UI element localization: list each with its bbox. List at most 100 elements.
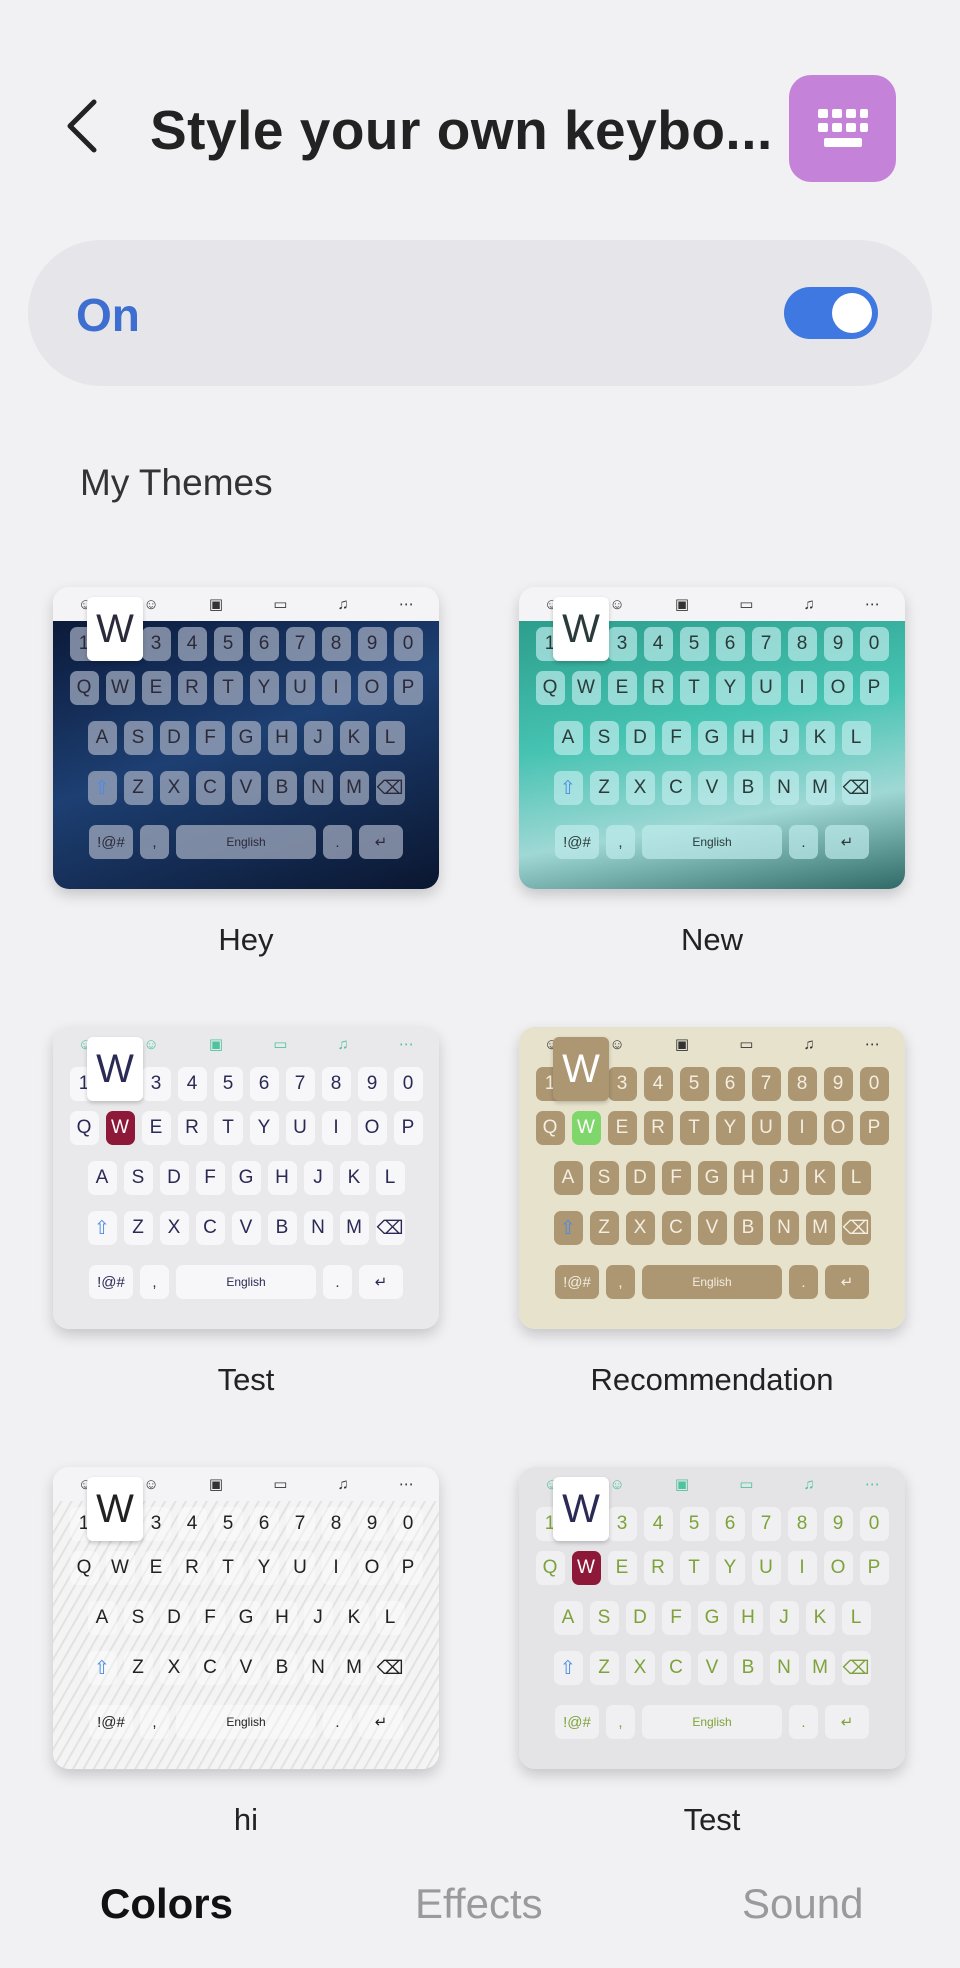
period-key: . [323, 1705, 352, 1739]
theme-card[interactable]: ☺☺▣▭♫⋯1234567890QWERTYUIOPASDFGHJKL⇧ZXCV… [519, 587, 905, 957]
enter-icon: ↵ [825, 1705, 869, 1739]
keyboard-key: 9 [823, 627, 853, 661]
keyboard-key: T [213, 1551, 243, 1585]
keyboard-key: T [213, 671, 243, 705]
keyboard-key: Z [589, 1211, 619, 1245]
backspace-icon: ⌫ [375, 1651, 405, 1685]
keyboard-key: 8 [787, 1507, 817, 1541]
key-popup-preview: W [87, 597, 143, 661]
keyboard-key: O [823, 1111, 853, 1145]
keyboard-key: U [751, 1551, 781, 1585]
keyboard-key: M [805, 1651, 835, 1685]
keyboard-row: QWERTYUIOP [53, 671, 439, 705]
keyboard-key: Y [715, 1111, 745, 1145]
keyboard-key: C [195, 771, 225, 805]
keyboard-key: S [123, 1601, 153, 1635]
keyboard-key: D [625, 1601, 655, 1635]
keyboard-row: QWERTYUIOP [519, 1551, 905, 1585]
space-key: English [642, 1705, 782, 1739]
keyboard-key: Z [123, 771, 153, 805]
keyboard-key: 0 [393, 627, 423, 661]
keyboard-key: Q [535, 1111, 565, 1145]
keyboard-key: Y [249, 1111, 279, 1145]
keyboard-key: 5 [679, 627, 709, 661]
switch-label: On [76, 289, 140, 341]
symbols-key: !@# [89, 1265, 133, 1299]
tab-effects[interactable]: Effects [415, 1880, 543, 1928]
theme-thumbnail[interactable]: ☺☺▣▭♫⋯1234567890QWERTYUIOPASDFGHJKL⇧ZXCV… [53, 1467, 439, 1769]
keyboard-key: D [159, 1601, 189, 1635]
theme-card[interactable]: ☺☺▣▭♫⋯1234567890QWERTYUIOPASDFGHJKL⇧ZXCV… [53, 587, 439, 957]
keyboard-key: 8 [321, 1507, 351, 1541]
keyboard-key: 6 [249, 1067, 279, 1101]
keyboard-key: J [303, 1601, 333, 1635]
theme-card[interactable]: ☺☺▣▭♫⋯1234567890QWERTYUIOPASDFGHJKL⇧ZXCV… [53, 1467, 439, 1837]
enter-icon: ↵ [359, 1705, 403, 1739]
keyboard-key: 3 [141, 627, 171, 661]
keyboard-key: 7 [285, 1507, 315, 1541]
keyboard-key: G [231, 1161, 261, 1195]
keyboard-key: 9 [823, 1507, 853, 1541]
space-key: English [642, 825, 782, 859]
tab-sound[interactable]: Sound [742, 1880, 863, 1928]
emoji-icon: ☺ [143, 595, 159, 613]
keyboard-key: U [751, 671, 781, 705]
theme-card[interactable]: ☺☺▣▭♫⋯1234567890QWERTYUIOPASDFGHJKL⇧ZXCV… [519, 1467, 905, 1837]
keyboard-button[interactable] [789, 75, 896, 182]
space-key: English [176, 825, 316, 859]
space-key: English [642, 1265, 782, 1299]
master-switch-row[interactable]: On [28, 240, 932, 386]
theme-thumbnail[interactable]: ☺☺▣▭♫⋯1234567890QWERTYUIOPASDFGHJKL⇧ZXCV… [519, 587, 905, 889]
theme-thumbnail[interactable]: ☺☺▣▭♫⋯1234567890QWERTYUIOPASDFGHJKL⇧ZXCV… [53, 1027, 439, 1329]
keyboard-key: Y [715, 1551, 745, 1585]
keyboard-key: H [733, 1161, 763, 1195]
theme-card[interactable]: ☺☺▣▭♫⋯1234567890QWERTYUIOPASDFGHJKL⇧ZXCV… [519, 1027, 905, 1397]
keyboard-key: I [321, 671, 351, 705]
keyboard-row: ⇧ Z X C V B N M ⌫ [53, 1211, 439, 1245]
key-popup-preview: W [87, 1037, 143, 1101]
emoji-icon: ☺ [609, 595, 625, 613]
keyboard-key: R [643, 1111, 673, 1145]
keyboard-key: 6 [715, 1067, 745, 1101]
shift-icon: ⇧ [87, 1651, 117, 1685]
keyboard-key: 9 [357, 627, 387, 661]
tab-colors[interactable]: Colors [100, 1880, 233, 1928]
keyboard-key: Q [69, 671, 99, 705]
keyboard-key: B [733, 771, 763, 805]
keyboard-row: ⇧ Z X C V B N M ⌫ [53, 771, 439, 805]
period-key: . [789, 1705, 818, 1739]
keyboard-key: 4 [177, 627, 207, 661]
theme-thumbnail[interactable]: ☺☺▣▭♫⋯1234567890QWERTYUIOPASDFGHJKL⇧ZXCV… [519, 1027, 905, 1329]
master-toggle[interactable] [784, 287, 878, 339]
keyboard-key: 5 [213, 1507, 243, 1541]
keyboard-key: Q [535, 1551, 565, 1585]
more-icon: ⋯ [398, 1476, 414, 1493]
keyboard-key: 3 [607, 1507, 637, 1541]
keyboard-row: ⇧ Z X C V B N M ⌫ [519, 771, 905, 805]
sticker-icon: ▣ [208, 1476, 224, 1493]
keyboard-row: QWERTYUIOP [53, 1551, 439, 1585]
keyboard-key: T [213, 1111, 243, 1145]
theme-card[interactable]: ☺☺▣▭♫⋯1234567890QWERTYUIOPASDFGHJKL⇧ZXCV… [53, 1027, 439, 1397]
keyboard-key: A [553, 1161, 583, 1195]
sticker-icon: ▣ [674, 1036, 690, 1053]
toggle-knob [832, 293, 872, 333]
keyboard-key: L [375, 1161, 405, 1195]
keyboard-key: U [751, 1111, 781, 1145]
theme-thumbnail[interactable]: ☺☺▣▭♫⋯1234567890QWERTYUIOPASDFGHJKL⇧ZXCV… [53, 587, 439, 889]
keyboard-key: Z [123, 1211, 153, 1245]
keyboard-key: P [393, 1111, 423, 1145]
keyboard-key: 0 [393, 1067, 423, 1101]
keyboard-key: E [141, 671, 171, 705]
keyboard-key: K [339, 1601, 369, 1635]
theme-thumbnail[interactable]: ☺☺▣▭♫⋯1234567890QWERTYUIOPASDFGHJKL⇧ZXCV… [519, 1467, 905, 1769]
keyboard-key: C [195, 1211, 225, 1245]
keyboard-key: O [823, 1551, 853, 1585]
keyboard-key: X [159, 1651, 189, 1685]
keyboard-key: M [805, 771, 835, 805]
keyboard-key: G [697, 721, 727, 755]
keyboard-key: 9 [823, 1067, 853, 1101]
back-button[interactable] [58, 92, 106, 160]
keyboard-key: W [105, 1111, 135, 1145]
symbols-key: !@# [89, 825, 133, 859]
